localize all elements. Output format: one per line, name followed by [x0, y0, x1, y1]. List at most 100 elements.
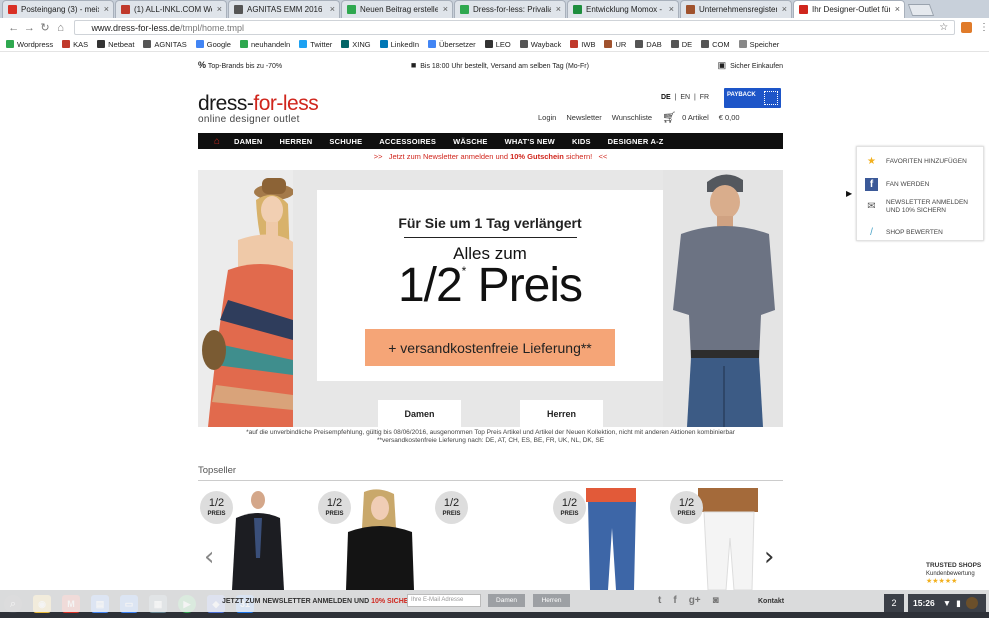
close-tab-icon[interactable]: × — [104, 4, 109, 14]
bookmark-item[interactable]: LEO — [484, 40, 511, 49]
nav-item[interactable]: WÄSCHE — [453, 137, 488, 146]
newsletter-promo[interactable]: >> Jetzt zum Newsletter anmelden und 10%… — [198, 152, 783, 164]
browser-tab[interactable]: Neuen Beitrag erstellen × — [341, 0, 453, 18]
nav-item[interactable]: WHAT'S NEW — [505, 137, 555, 146]
bookmark-item[interactable]: UR — [604, 40, 626, 49]
menu-icon[interactable]: ⋮ — [979, 22, 989, 33]
newsletter-email-input[interactable]: Ihre E-Mail Adresse — [407, 594, 481, 607]
nav-item[interactable]: DESIGNER A-Z — [608, 137, 664, 146]
bookmark-favicon-icon — [341, 40, 350, 48]
facebook-icon[interactable]: f — [673, 595, 676, 606]
side-panel-item[interactable]: / SHOP BEWERTEN — [865, 226, 974, 239]
new-tab-button[interactable] — [907, 4, 935, 16]
side-panel-item[interactable]: ✉ NEWSLETTER ANMELDEN UND 10% SICHERN — [865, 199, 974, 215]
bookmark-item[interactable]: LinkedIn — [379, 40, 419, 49]
instagram-icon[interactable]: ◙ — [713, 595, 719, 606]
wishlist-link[interactable]: Wunschliste — [612, 113, 652, 122]
close-tab-icon[interactable]: × — [443, 4, 448, 14]
carousel-prev-icon[interactable]: ‹ — [204, 542, 214, 572]
box-icon: ■ — [410, 60, 417, 70]
side-panel-item[interactable]: ★ FAVORITEN HINZUFÜGEN — [865, 155, 974, 168]
star-icon: ★ — [867, 155, 876, 167]
bookmark-item[interactable]: DE — [670, 40, 692, 49]
product-card[interactable] — [698, 488, 778, 590]
bookmark-item[interactable]: Netbeat — [97, 40, 134, 49]
browser-toolbar: ← → ↻ ⌂ www.dress-for-less.de/tmpl/home.… — [0, 18, 989, 37]
bookmark-label: Wayback — [530, 39, 562, 49]
back-icon[interactable]: ← — [6, 22, 22, 34]
login-link[interactable]: Login — [538, 113, 556, 122]
close-tab-icon[interactable]: × — [330, 4, 335, 14]
close-tab-icon[interactable]: × — [669, 4, 674, 14]
cart-total[interactable]: € 0,00 — [719, 113, 740, 122]
tab-title: Dress-for-less: Privalia — [473, 5, 551, 14]
nav-item[interactable]: ACCESSOIRES — [379, 137, 436, 146]
address-bar[interactable]: www.dress-for-less.de/tmpl/home.tmpl ☆ — [74, 20, 956, 35]
close-tab-icon[interactable]: × — [895, 4, 900, 14]
newsletter-women-button[interactable]: Damen — [488, 594, 525, 607]
dfl-icon — [799, 5, 808, 14]
close-tab-icon[interactable]: × — [782, 4, 787, 14]
close-tab-icon[interactable]: × — [556, 4, 561, 14]
side-panel-toggle-icon[interactable]: ▶ — [846, 189, 852, 198]
trusted-shops-badge[interactable]: TRUSTED SHOPS Kundenbewertung ★★★★★ — [926, 562, 986, 586]
nav-item[interactable]: HERREN — [280, 137, 313, 146]
bookmark-item[interactable]: Wordpress — [6, 40, 53, 49]
bookmark-favicon-icon — [143, 40, 152, 48]
browser-tab[interactable]: (1) ALL-INKL.COM Webm × — [115, 0, 227, 18]
hero-divider — [403, 237, 577, 238]
cart-count[interactable]: 0 Artikel — [682, 113, 709, 122]
system-tray[interactable]: 15:26 ▼ ▮ — [908, 594, 986, 612]
bookmark-item[interactable]: AGNITAS — [143, 40, 187, 49]
bookmark-item[interactable]: Google — [195, 40, 231, 49]
browser-tab[interactable]: AGNITAS EMM 2016 × — [228, 0, 340, 18]
bookmark-item[interactable]: neuhandeln — [239, 40, 290, 49]
home-icon[interactable]: ⌂ — [53, 22, 69, 34]
free-shipping-banner[interactable]: + versandkostenfreie Lieferung** — [365, 329, 615, 366]
newsletter-link[interactable]: Newsletter — [566, 113, 601, 122]
bookmark-label: KAS — [73, 39, 89, 49]
twitter-icon[interactable]: t — [658, 595, 661, 606]
nav-item[interactable]: KIDS — [572, 137, 591, 146]
window-count[interactable]: 2 — [884, 594, 904, 612]
bookmark-item[interactable]: Übersetzer — [428, 40, 476, 49]
side-panel-item[interactable]: f FAN WERDEN — [865, 178, 974, 191]
googleplus-icon[interactable]: g+ — [689, 595, 701, 606]
bookmark-item[interactable]: XING — [341, 40, 371, 49]
hero-banner[interactable]: Für Sie um 1 Tag verlängert Alles zum 1/… — [198, 170, 783, 427]
home-nav-icon[interactable]: ⌂ — [214, 136, 220, 147]
hero-women-button[interactable]: Damen — [378, 400, 461, 427]
bookmark-item[interactable]: Speicher — [738, 40, 779, 49]
close-tab-icon[interactable]: × — [217, 4, 222, 14]
bookmark-label: Twitter — [310, 39, 333, 49]
bookmark-item[interactable]: DAB — [635, 40, 662, 49]
browser-tab[interactable]: Entwicklung Momox - Go × — [567, 0, 679, 18]
bookmark-item[interactable]: COM — [701, 40, 730, 49]
forward-icon[interactable]: → — [22, 22, 38, 34]
hero-men-button[interactable]: Herren — [520, 400, 603, 427]
bookmark-item[interactable]: IWB — [570, 40, 595, 49]
reload-icon[interactable]: ↻ — [37, 21, 53, 34]
nav-item[interactable]: SCHUHE — [329, 137, 362, 146]
browser-tab[interactable]: Unternehmensregister × — [680, 0, 792, 18]
lang-en[interactable]: EN — [680, 94, 690, 101]
bookmark-item[interactable]: KAS — [62, 40, 88, 49]
browser-tab[interactable]: Ihr Designer-Outlet für M × — [793, 0, 905, 18]
contact-link[interactable]: Kontakt — [758, 598, 784, 605]
newsletter-men-button[interactable]: Herren — [533, 594, 570, 607]
lang-de[interactable]: DE — [661, 94, 671, 101]
cart-icon[interactable]: 🛒︎ — [662, 111, 676, 124]
payback-logo[interactable]: PAYBACK — [724, 88, 781, 108]
browser-tab[interactable]: Dress-for-less: Privalia × — [454, 0, 566, 18]
lang-fr[interactable]: FR — [700, 94, 709, 101]
bookmark-label: Netbeat — [108, 39, 135, 49]
extension-icon[interactable] — [961, 22, 972, 33]
product-card[interactable] — [458, 488, 538, 590]
bookmark-item[interactable]: Wayback — [519, 39, 562, 49]
footnote-shipping: **versandkostenfreie Lieferung nach: DE,… — [376, 437, 605, 444]
browser-tab[interactable]: Posteingang (3) - meix × — [2, 0, 114, 18]
nav-item[interactable]: DAMEN — [234, 137, 263, 146]
bookmark-item[interactable]: Twitter — [299, 40, 332, 49]
bookmark-star-icon[interactable]: ☆ — [939, 22, 948, 33]
product-card[interactable] — [578, 488, 658, 590]
